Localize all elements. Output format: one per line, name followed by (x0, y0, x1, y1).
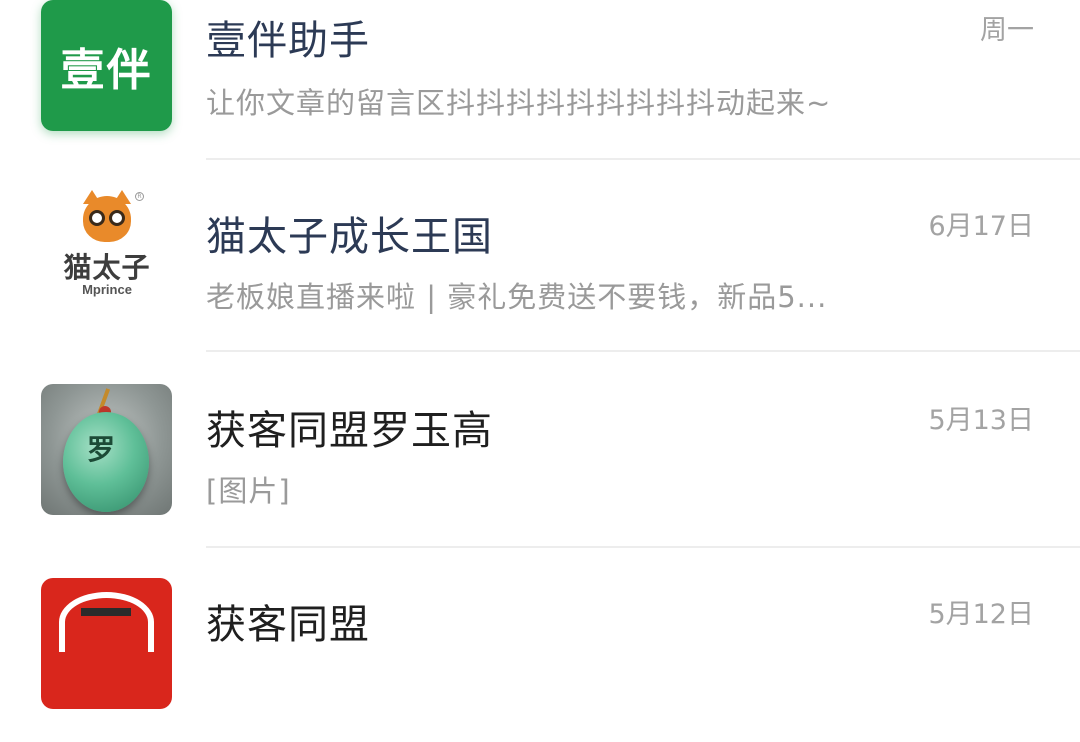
chat-name: 获客同盟 (206, 602, 370, 648)
chat-name: 获客同盟罗玉高 (206, 408, 493, 454)
registered-mark-icon: R (135, 192, 144, 201)
avatar-emblem (59, 592, 154, 652)
chat-name: 猫太子成长王国 (206, 214, 493, 260)
pendant-character: 罗 (87, 433, 116, 466)
chat-preview: 老板娘直播来啦 | 豪礼免费送不要钱，新品5... (206, 280, 828, 314)
avatar-yiban: 壹伴 (41, 0, 172, 131)
chat-row-maotaizi[interactable]: R 猫太子 Mprince 猫太子成长王国 老板娘直播来啦 | 豪礼免费送不要钱… (0, 160, 1080, 354)
chat-preview: [图片] (206, 474, 291, 508)
avatar-huoketongmeng (41, 578, 172, 709)
chat-row-luoyugao[interactable]: 罗 获客同盟罗玉高 [图片] 5月13日 (0, 354, 1080, 548)
avatar-logo-subtext: Mprince (82, 282, 132, 297)
owl-eye-left (89, 210, 105, 226)
avatar-luoyugao: 罗 (41, 384, 172, 515)
chat-time: 周一 (980, 15, 1034, 46)
chat-list: 壹伴 壹伴助手 让你文章的留言区抖抖抖抖抖抖抖抖抖动起来~ 周一 R 猫太子 M… (0, 0, 1080, 709)
owl-eye-right (109, 210, 125, 226)
chat-time: 5月12日 (928, 599, 1034, 630)
chat-preview: 让你文章的留言区抖抖抖抖抖抖抖抖抖动起来~ (206, 86, 832, 120)
chat-time: 5月13日 (928, 405, 1034, 436)
avatar-logo-text: 猫太子 (63, 251, 151, 284)
chat-time: 6月17日 (928, 211, 1034, 242)
chat-row-huoketongmeng[interactable]: 获客同盟 5月12日 (0, 548, 1080, 742)
avatar-maotaizi: R 猫太子 Mprince (41, 190, 172, 321)
chat-name: 壹伴助手 (206, 18, 370, 64)
row-divider (206, 350, 1080, 352)
avatar-logo-text: 壹伴 (60, 44, 153, 96)
chat-row-yiban[interactable]: 壹伴 壹伴助手 让你文章的留言区抖抖抖抖抖抖抖抖抖动起来~ 周一 (0, 0, 1080, 164)
avatar-emblem-bar (81, 608, 131, 616)
